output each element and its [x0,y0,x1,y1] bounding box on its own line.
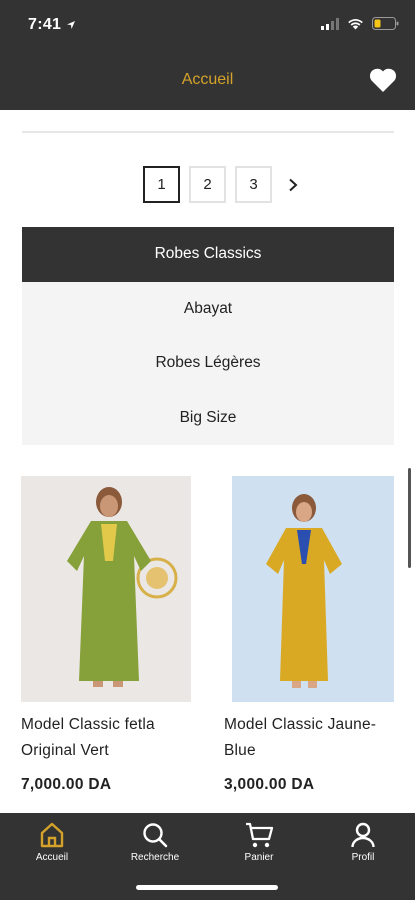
tab-accueil[interactable]: Accueil [12,821,92,863]
scrollbar[interactable] [408,468,411,568]
product-price: 3,000.00 DA [224,776,315,793]
page-button-1[interactable]: 1 [143,166,180,203]
wifi-icon [348,18,363,29]
status-bar: 7:41 [0,0,415,50]
product-card[interactable]: Model Classic fetla Original Vert 7,000.… [21,476,201,794]
page-button-3[interactable]: 3 [235,166,272,203]
category-item-big-size[interactable]: Big Size [22,390,394,445]
tab-profil[interactable]: Profil [323,821,403,863]
pagination: 1 2 3 [143,166,305,203]
status-time: 7:41 [28,16,62,33]
cart-icon [246,822,274,848]
product-name[interactable]: Model Classic Jaune-Blue [224,712,404,764]
product-image[interactable] [232,476,394,702]
heart-icon[interactable] [369,67,397,93]
product-name[interactable]: Model Classic fetla Original Vert [21,712,201,764]
category-list: Robes Classics Abayat Robes Légères Big … [22,227,394,445]
home-indicator [136,885,278,890]
product-photo [232,476,394,702]
status-icons [321,17,399,30]
tab-recherche[interactable]: Recherche [115,821,195,863]
location-arrow-icon [67,21,75,29]
product-card[interactable]: Model Classic Jaune-Blue 3,000.00 DA [224,476,404,794]
search-icon [143,823,168,848]
tab-label: Panier [244,852,274,863]
page-button-2[interactable]: 2 [189,166,226,203]
divider [22,131,394,133]
page-title: Accueil [181,71,234,88]
nav-bar: Accueil [0,50,415,110]
tab-label: Profil [351,852,375,863]
chevron-right-icon [289,178,298,191]
tab-label: Recherche [130,852,180,863]
product-image[interactable] [21,476,191,702]
next-page-button[interactable] [281,166,305,203]
tab-panier[interactable]: Panier [219,821,299,863]
category-item-abayat[interactable]: Abayat [22,281,394,336]
user-icon [351,822,375,848]
product-photo [21,476,191,702]
category-item-robes-classics[interactable]: Robes Classics [22,227,394,282]
product-price: 7,000.00 DA [21,776,112,793]
category-item-robes-legeres[interactable]: Robes Légères [22,336,394,391]
cellular-signal-icon [321,17,339,30]
home-icon [40,822,64,848]
tab-label: Accueil [35,852,69,863]
battery-icon [372,17,399,30]
